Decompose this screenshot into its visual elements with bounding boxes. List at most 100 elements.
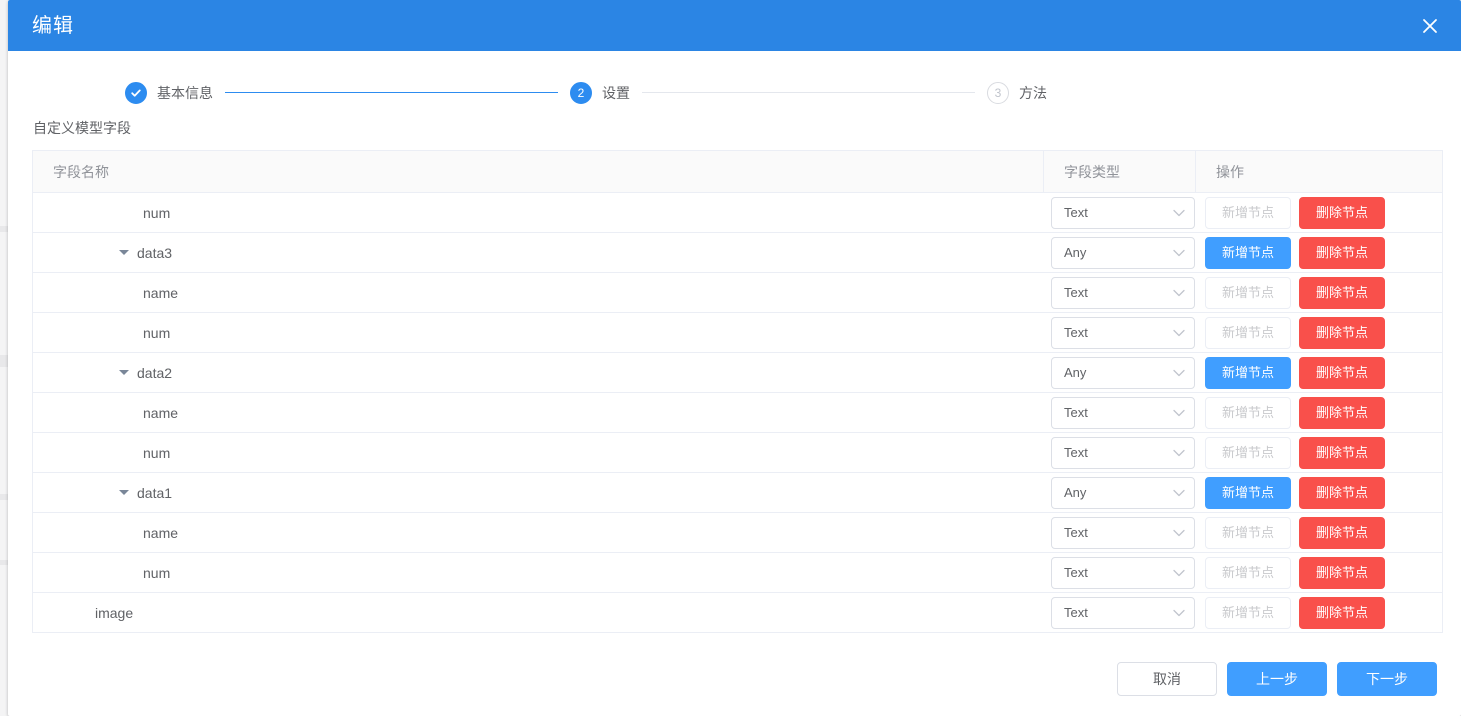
step-method[interactable]: 3 方法	[987, 81, 1047, 104]
field-type-select[interactable]: Text	[1051, 596, 1195, 629]
field-name-label-wrap: name	[143, 405, 178, 421]
section-title: 自定义模型字段	[33, 120, 131, 136]
field-name-cell: data3	[33, 233, 1043, 272]
step-label: 方法	[1019, 84, 1047, 101]
table-body: num Text 新增节点 删除节点 data3 Any 新增节点 删除节点 name Text 新…	[33, 193, 1442, 633]
field-name-label-wrap: name	[143, 285, 178, 301]
field-name-text: num	[143, 324, 171, 341]
field-type-select[interactable]: Text	[1051, 556, 1195, 589]
table-row: data2 Any 新增节点 删除节点	[33, 353, 1442, 393]
add-node-button: 新增节点	[1205, 596, 1291, 629]
column-header-field-name: 字段名称	[53, 163, 109, 180]
field-name-cell: data2	[33, 353, 1043, 392]
field-type-select[interactable]: Text	[1051, 396, 1195, 429]
delete-node-button[interactable]: 删除节点	[1299, 436, 1385, 469]
field-type-value: Text	[1064, 325, 1088, 340]
field-type-value: Text	[1064, 525, 1088, 540]
delete-node-button[interactable]: 删除节点	[1299, 316, 1385, 349]
delete-node-button[interactable]: 删除节点	[1299, 196, 1385, 229]
add-node-button: 新增节点	[1205, 196, 1291, 229]
add-node-button[interactable]: 新增节点	[1205, 236, 1291, 269]
step-connector-2	[642, 92, 975, 93]
field-type-select[interactable]: Any	[1051, 236, 1195, 269]
step-number-badge: 3	[987, 81, 1009, 104]
field-type-select[interactable]: Text	[1051, 316, 1195, 349]
delete-node-button[interactable]: 删除节点	[1299, 396, 1385, 429]
field-type-cell: Text	[1043, 193, 1195, 232]
check-icon	[125, 81, 147, 104]
field-name-cell: num	[33, 193, 1043, 232]
field-name-text: num	[143, 444, 171, 461]
field-type-cell: Text	[1043, 273, 1195, 312]
field-type-select[interactable]: Text	[1051, 516, 1195, 549]
table-row: num Text 新增节点 删除节点	[33, 313, 1442, 353]
add-node-button: 新增节点	[1205, 276, 1291, 309]
field-type-select[interactable]: Any	[1051, 476, 1195, 509]
step-basic-info[interactable]: 基本信息	[125, 81, 213, 104]
operations-cell: 新增节点 删除节点	[1195, 273, 1442, 312]
field-type-cell: Text	[1043, 553, 1195, 592]
chevron-down-icon	[1172, 246, 1186, 260]
delete-node-button[interactable]: 删除节点	[1299, 356, 1385, 389]
chevron-down-icon	[1172, 606, 1186, 620]
operations-cell: 新增节点 删除节点	[1195, 193, 1442, 232]
caret-down-icon[interactable]	[119, 490, 129, 495]
add-node-button[interactable]: 新增节点	[1205, 476, 1291, 509]
field-name-label-wrap: num	[143, 565, 170, 581]
field-name-cell: name	[33, 513, 1043, 552]
field-type-cell: Any	[1043, 353, 1195, 392]
operations-cell: 新增节点 删除节点	[1195, 473, 1442, 512]
field-type-cell: Any	[1043, 473, 1195, 512]
field-name-label-wrap: num	[143, 445, 170, 461]
table-row: num Text 新增节点 删除节点	[33, 553, 1442, 593]
delete-node-button[interactable]: 删除节点	[1299, 516, 1385, 549]
field-type-value: Any	[1064, 245, 1087, 260]
table-row: image Text 新增节点 删除节点	[33, 593, 1442, 633]
field-name-text: name	[143, 404, 179, 421]
field-name-text: image	[95, 604, 134, 621]
delete-node-button[interactable]: 删除节点	[1299, 236, 1385, 269]
field-type-cell: Text	[1043, 593, 1195, 632]
table-row: name Text 新增节点 删除节点	[33, 273, 1442, 313]
caret-down-icon[interactable]	[119, 250, 129, 255]
caret-down-icon[interactable]	[119, 370, 129, 375]
add-node-button: 新增节点	[1205, 436, 1291, 469]
chevron-down-icon	[1172, 366, 1186, 380]
field-type-select[interactable]: Any	[1051, 356, 1195, 389]
operations-cell: 新增节点 删除节点	[1195, 313, 1442, 352]
field-type-value: Text	[1064, 565, 1088, 580]
field-type-value: Text	[1064, 405, 1088, 420]
field-name-text: num	[143, 204, 171, 221]
chevron-down-icon	[1172, 526, 1186, 540]
cancel-button[interactable]: 取消	[1117, 662, 1217, 696]
field-type-select[interactable]: Text	[1051, 276, 1195, 309]
table-header-row: 字段名称 字段类型 操作	[33, 151, 1442, 193]
field-type-select[interactable]: Text	[1051, 196, 1195, 229]
delete-node-button[interactable]: 删除节点	[1299, 276, 1385, 309]
close-icon[interactable]	[1399, 0, 1461, 51]
field-type-cell: Text	[1043, 513, 1195, 552]
chevron-down-icon	[1172, 486, 1186, 500]
step-connector-1	[225, 92, 558, 93]
delete-node-button[interactable]: 删除节点	[1299, 596, 1385, 629]
step-wizard: 基本信息 2 设置 3 方法	[125, 51, 1047, 110]
table-row: name Text 新增节点 删除节点	[33, 393, 1442, 433]
dialog-title: 编辑	[32, 14, 74, 37]
step-label: 基本信息	[157, 84, 213, 101]
step-settings[interactable]: 2 设置	[570, 81, 630, 104]
field-type-select[interactable]: Text	[1051, 436, 1195, 469]
step-label: 设置	[602, 84, 630, 101]
delete-node-button[interactable]: 删除节点	[1299, 556, 1385, 589]
field-name-label-wrap: data1	[119, 485, 172, 501]
table-row: name Text 新增节点 删除节点	[33, 513, 1442, 553]
delete-node-button[interactable]: 删除节点	[1299, 476, 1385, 509]
field-type-value: Any	[1064, 485, 1087, 500]
field-name-cell: image	[33, 593, 1043, 632]
next-step-button[interactable]: 下一步	[1337, 662, 1437, 696]
step-number-badge: 2	[570, 81, 592, 104]
add-node-button[interactable]: 新增节点	[1205, 356, 1291, 389]
previous-step-button[interactable]: 上一步	[1227, 662, 1327, 696]
field-name-label-wrap: name	[143, 525, 178, 541]
operations-cell: 新增节点 删除节点	[1195, 553, 1442, 592]
table-row: data1 Any 新增节点 删除节点	[33, 473, 1442, 513]
